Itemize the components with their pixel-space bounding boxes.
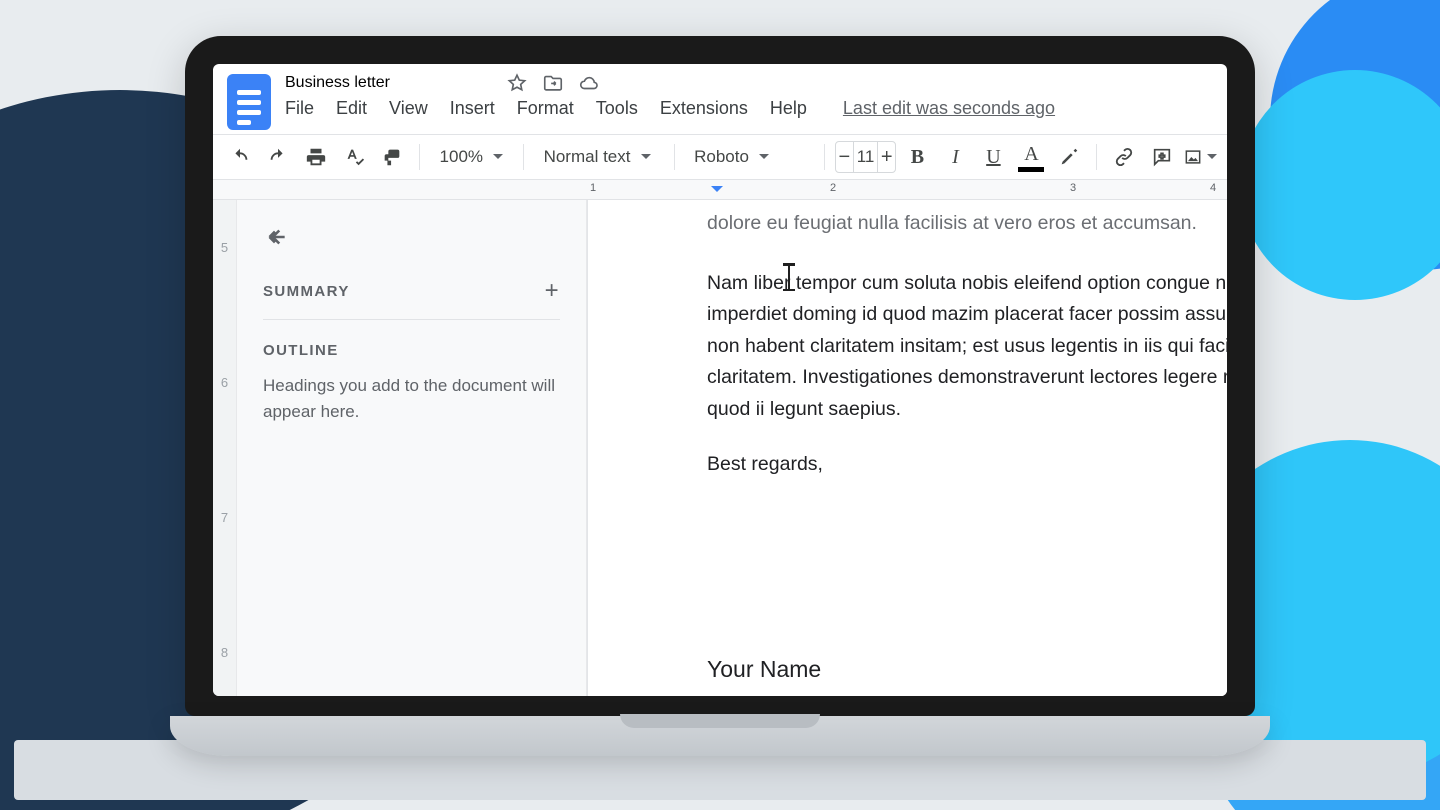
menu-bar: File Edit View Insert Format Tools Exten… — [285, 98, 1055, 119]
spellcheck-button[interactable] — [337, 140, 371, 174]
highlight-button[interactable] — [1052, 140, 1086, 174]
horizontal-ruler[interactable]: 1 2 3 4 — [213, 180, 1227, 200]
paragraph-style-value: Normal text — [544, 147, 631, 167]
redo-button[interactable] — [261, 140, 295, 174]
indent-marker-icon[interactable] — [711, 186, 723, 198]
menu-edit[interactable]: Edit — [336, 98, 367, 119]
text-color-button[interactable]: A — [1014, 140, 1048, 174]
menu-help[interactable]: Help — [770, 98, 807, 119]
app-header: File Edit View Insert Format Tools Exten… — [213, 64, 1227, 134]
vertical-ruler[interactable]: 5 6 7 8 — [213, 200, 237, 696]
vruler-mark: 6 — [221, 375, 228, 390]
outline-panel: SUMMARY + OUTLINE Headings you add to th… — [237, 200, 587, 696]
paint-format-button[interactable] — [375, 140, 409, 174]
font-size-group: − 11 + — [835, 141, 897, 173]
document-page[interactable]: dolore eu feugiat nulla facilisis at ver… — [587, 200, 1227, 696]
add-comment-button[interactable] — [1145, 140, 1179, 174]
outline-heading: OUTLINE — [263, 342, 560, 359]
underline-button[interactable]: U — [976, 140, 1010, 174]
ruler-mark: 1 — [590, 182, 596, 194]
closing-line[interactable]: Best regards, — [707, 449, 1227, 481]
menu-file[interactable]: File — [285, 98, 314, 119]
star-icon[interactable] — [506, 72, 528, 94]
toolbar-separator — [419, 144, 420, 170]
document-title-input[interactable] — [285, 74, 492, 92]
laptop-notch — [620, 714, 820, 728]
body-paragraph-clipped[interactable]: dolore eu feugiat nulla facilisis at ver… — [707, 208, 1227, 240]
cloud-saved-icon[interactable] — [578, 72, 600, 94]
outline-empty-text: Headings you add to the document will ap… — [263, 373, 560, 424]
menu-format[interactable]: Format — [517, 98, 574, 119]
font-size-input[interactable]: 11 — [853, 141, 878, 173]
signature-name[interactable]: Your Name — [707, 651, 1227, 688]
last-edit-link[interactable]: Last edit was seconds ago — [843, 98, 1055, 119]
laptop-frame: File Edit View Insert Format Tools Exten… — [170, 36, 1270, 756]
menu-insert[interactable]: Insert — [450, 98, 495, 119]
italic-button[interactable]: I — [938, 140, 972, 174]
vruler-mark: 8 — [221, 645, 228, 660]
chevron-down-icon — [641, 154, 651, 164]
menu-extensions[interactable]: Extensions — [660, 98, 748, 119]
body-paragraph[interactable]: Nam liber tempor cum soluta nobis eleife… — [707, 268, 1227, 426]
toolbar: 100% Normal text Roboto − 11 + — [213, 134, 1227, 180]
zoom-value: 100% — [440, 147, 483, 167]
toolbar-separator — [824, 144, 825, 170]
move-to-folder-icon[interactable] — [542, 72, 564, 94]
workspace: 5 6 7 8 SUMMARY + OUTLINE Headings you a… — [213, 200, 1227, 696]
bold-button[interactable]: B — [900, 140, 934, 174]
ruler-mark: 2 — [830, 182, 836, 194]
toolbar-separator — [1096, 144, 1097, 170]
menu-view[interactable]: View — [389, 98, 428, 119]
toolbar-separator — [674, 144, 675, 170]
font-family-value: Roboto — [694, 147, 749, 167]
google-docs-logo-icon[interactable] — [227, 74, 271, 130]
vruler-mark: 5 — [221, 240, 228, 255]
zoom-select[interactable]: 100% — [430, 140, 513, 174]
font-size-increase-button[interactable]: + — [878, 146, 895, 169]
chevron-down-icon — [1207, 154, 1217, 164]
document-canvas[interactable]: dolore eu feugiat nulla facilisis at ver… — [587, 200, 1227, 696]
summary-heading: SUMMARY — [263, 283, 350, 300]
font-family-select[interactable]: Roboto — [684, 140, 814, 174]
add-summary-button[interactable]: + — [545, 277, 560, 305]
ruler-mark: 3 — [1070, 182, 1076, 194]
outline-close-button[interactable] — [263, 224, 560, 255]
font-size-decrease-button[interactable]: − — [836, 146, 853, 169]
ruler-mark: 4 — [1210, 182, 1216, 194]
toolbar-separator — [523, 144, 524, 170]
insert-link-button[interactable] — [1107, 140, 1141, 174]
print-button[interactable] — [299, 140, 333, 174]
chevron-down-icon — [493, 154, 503, 164]
menu-tools[interactable]: Tools — [596, 98, 638, 119]
undo-button[interactable] — [223, 140, 257, 174]
chevron-down-icon — [759, 154, 769, 164]
paragraph-style-select[interactable]: Normal text — [534, 140, 664, 174]
app-window: File Edit View Insert Format Tools Exten… — [213, 64, 1227, 696]
laptop-base — [170, 716, 1270, 756]
insert-image-button[interactable] — [1183, 140, 1217, 174]
vruler-mark: 7 — [221, 510, 228, 525]
